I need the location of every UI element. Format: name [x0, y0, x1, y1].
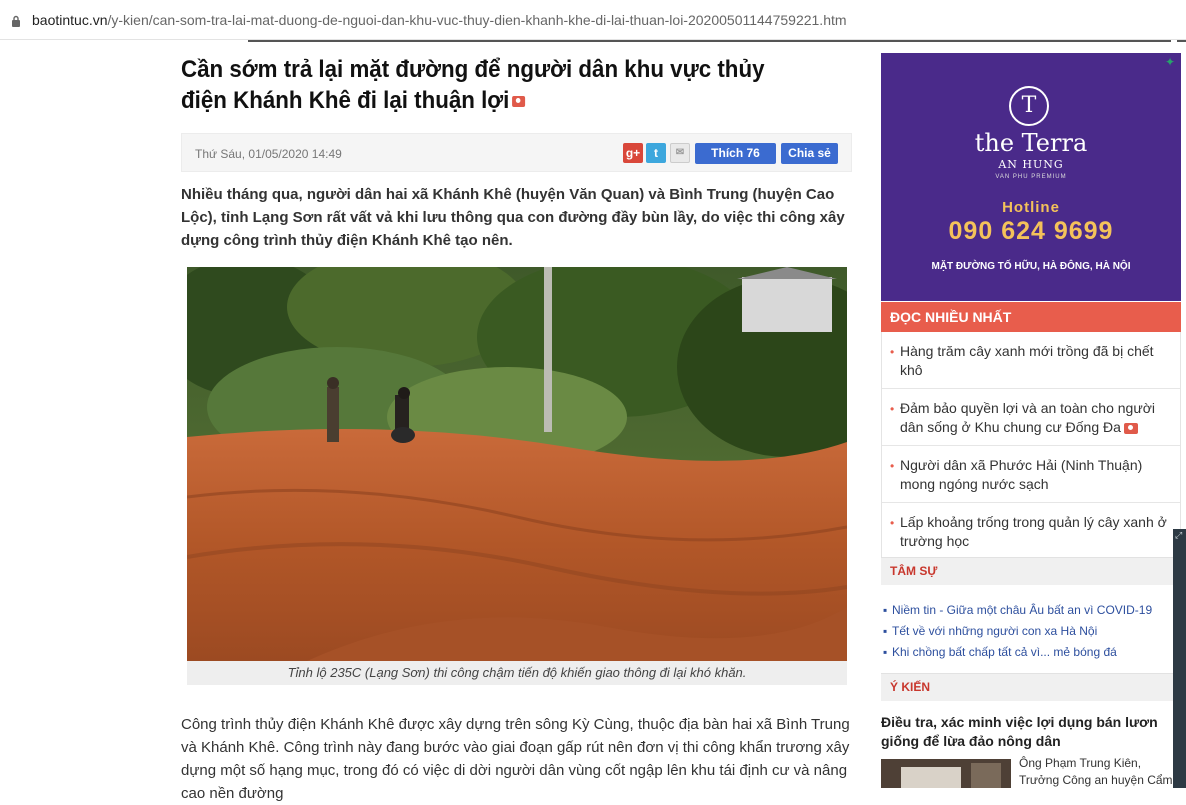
article-photo[interactable]: [187, 267, 847, 661]
facebook-like-button[interactable]: Thích 76: [695, 143, 776, 164]
bullet-icon: ▪: [883, 645, 888, 659]
tam-su-list: ▪ Niềm tin - Giữa một châu Âu bất an vì C…: [881, 600, 1181, 663]
tam-su-item[interactable]: ▪ Khi chồng bất chấp tất cả vì... mẻ bóng…: [881, 642, 1181, 663]
y-kien-author: Ông Phạm Trung Kiên, Trưởng Công an huyệ…: [1019, 756, 1173, 787]
most-read-item[interactable]: • Lấp khoảng trống trong quản lý cây xanh…: [882, 503, 1180, 559]
y-kien-section-header: Ý KIẾN: [881, 673, 1173, 701]
lock-icon: [10, 14, 22, 27]
ad-brand: the Terra: [974, 129, 1088, 157]
bullet-icon: •: [890, 402, 895, 416]
tam-su-item[interactable]: ▪ Niềm tin - Giữa một châu Âu bất an vì C…: [881, 600, 1181, 621]
article-date: Thứ Sáu, 01/05/2020 14:49: [195, 147, 342, 161]
bullet-icon: •: [890, 345, 895, 359]
email-share-button[interactable]: ✉: [670, 143, 690, 163]
google-plus-share-button[interactable]: g+: [623, 143, 643, 163]
ad-address: MẶT ĐƯỜNG TỐ HỮU, HÀ ĐÔNG, HÀ NỘI: [931, 261, 1131, 272]
bullet-icon: •: [890, 459, 895, 473]
ad-brand-sub: AN HUNG: [998, 158, 1064, 171]
most-read-item-link[interactable]: Lấp khoảng trống trong quản lý cây xanh …: [900, 514, 1167, 549]
most-read-list: • Hàng trăm cây xanh mới trồng đã bị chết…: [881, 332, 1181, 560]
y-kien-heading[interactable]: Ý KIẾN: [890, 680, 930, 694]
most-read-item[interactable]: • Người dân xã Phước Hải (Ninh Thuận) mon…: [882, 446, 1180, 503]
ad-phone: 090 624 9699: [948, 217, 1114, 245]
header-divider: [248, 40, 1171, 42]
article-meta-bar: Thứ Sáu, 01/05/2020 14:49 g+ t ✉ Thích 7…: [181, 133, 852, 172]
camera-icon: [512, 96, 526, 108]
address-bar[interactable]: baotintuc.vn/y-kien/can-som-tra-lai-mat-…: [0, 0, 1186, 40]
tam-su-item-link[interactable]: Niềm tin - Giữa một châu Âu bất an vì CO…: [892, 603, 1152, 617]
most-read-item-link[interactable]: Hàng trăm cây xanh mới trồng đã bị chết …: [900, 343, 1154, 378]
ad-choices-icon[interactable]: ✦: [1165, 55, 1179, 69]
most-read-item-link[interactable]: Đảm bảo quyền lợi và an toàn cho người d…: [900, 400, 1155, 435]
twitter-share-button[interactable]: t: [646, 143, 666, 163]
facebook-like-label: Thích 76: [711, 146, 760, 160]
side-scroll-widget[interactable]: ⤢: [1173, 529, 1186, 788]
tam-su-item-link[interactable]: Tết về với những người con xa Hà Nội: [892, 624, 1097, 638]
most-read-heading: ĐỌC NHIỀU NHẤT: [881, 302, 1181, 332]
tam-su-heading[interactable]: TÂM SỰ: [890, 564, 937, 578]
sidebar-ad-banner[interactable]: ✦ T the Terra AN HUNG VAN PHU PREMIUM Ho…: [881, 53, 1181, 301]
expand-icon[interactable]: ⤢: [1175, 531, 1184, 540]
url-text[interactable]: baotintuc.vn/y-kien/can-som-tra-lai-mat-…: [32, 12, 847, 28]
header-divider-right: [1177, 40, 1186, 42]
article-body: Công trình thủy điện Khánh Khê được xây …: [181, 716, 850, 802]
most-read-item-link[interactable]: Người dân xã Phước Hải (Ninh Thuận) mong…: [900, 457, 1142, 492]
y-kien-thumbnail[interactable]: [881, 759, 1011, 788]
tam-su-item[interactable]: ▪ Tết về với những người con xa Hà Nội: [881, 621, 1181, 642]
tam-su-section-header: TÂM SỰ: [881, 557, 1173, 585]
y-kien-article-title[interactable]: Điều tra, xác minh việc lợi dụng bán lươ…: [881, 713, 1181, 751]
photo-caption: Tỉnh lộ 235C (Lạng Sơn) thi công chậm ti…: [187, 661, 847, 685]
ad-brand-sub2: VAN PHU PREMIUM: [995, 174, 1067, 180]
camera-icon: [1123, 422, 1138, 434]
most-read-item[interactable]: • Hàng trăm cây xanh mới trồng đã bị chết…: [882, 332, 1180, 389]
most-read-item[interactable]: • Đảm bảo quyền lợi và an toàn cho người …: [882, 389, 1180, 446]
article-title: Cần sớm trả lại mặt đường để người dân k…: [181, 54, 806, 116]
article-title-text: Cần sớm trả lại mặt đường để người dân k…: [181, 56, 765, 114]
ad-hotline-label: Hotline: [1002, 199, 1060, 216]
url-domain: baotintuc.vn: [32, 11, 108, 28]
bullet-icon: •: [890, 516, 895, 530]
terra-logo: T: [1009, 86, 1049, 126]
article-photo-image: [187, 267, 847, 661]
url-path: /y-kien/can-som-tra-lai-mat-duong-de-ngu…: [107, 11, 847, 28]
bullet-icon: ▪: [883, 603, 888, 617]
article-lead: Nhiều tháng qua, người dân hai xã Khánh …: [181, 186, 845, 249]
facebook-share-button[interactable]: Chia sẻ: [781, 143, 838, 164]
tam-su-item-link[interactable]: Khi chồng bất chấp tất cả vì... mẻ bóng …: [892, 645, 1117, 659]
bullet-icon: ▪: [883, 624, 888, 638]
y-kien-thumbnail-image: [881, 759, 1011, 788]
